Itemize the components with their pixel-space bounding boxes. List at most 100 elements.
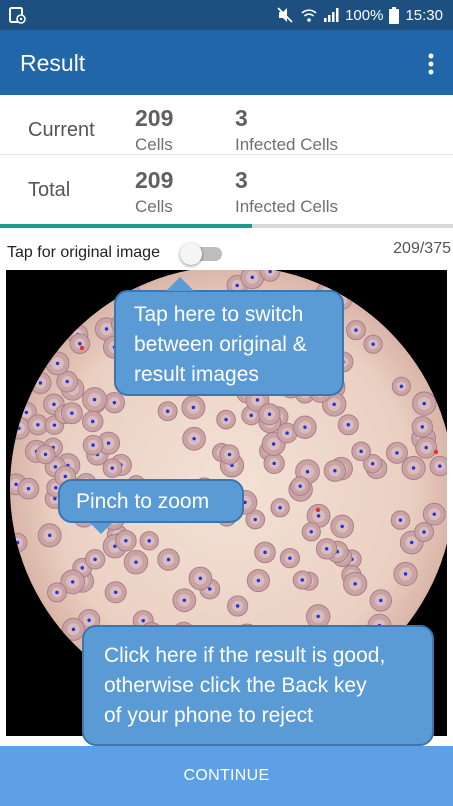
cell-marker [208,587,212,591]
callout-line: Tap here to switch [134,303,304,326]
cells-count: 209 [135,167,174,193]
status-bar: 100% 15:30 [0,0,453,30]
cell-marker [422,401,426,406]
cell-marker [333,469,337,473]
cell-marker [124,538,128,543]
cell-marker [255,398,260,402]
callout-line: Click here if the result is good, [104,644,386,667]
cell-marker [354,328,358,332]
battery-icon [389,6,400,24]
infected-marker [315,507,321,513]
cell-marker [272,461,276,466]
cell-marker [71,627,76,632]
callout-line: result images [134,363,259,386]
cell-marker [420,425,424,429]
cell-marker [55,590,59,595]
progress-bar [0,224,453,228]
cell-marker [250,275,254,280]
cell-marker [53,496,57,501]
wifi-icon [301,7,317,23]
cell-marker [87,618,91,622]
stats-row-total: Total 209 Cells 3 Infected Cells [0,157,453,217]
cell-marker [192,437,196,441]
cell-marker [346,423,351,427]
cell-marker [263,550,267,555]
image-toggle-row: Tap for original image 209/375 [0,236,453,270]
battery-percent: 100% [345,6,384,24]
more-vert-icon[interactable] [427,52,435,76]
continue-button[interactable]: CONTINUE [0,746,453,806]
stats-row-current: Current 209 Cells 3 Infected Cells [0,95,453,155]
cell-marker [332,402,336,407]
signal-icon [323,7,339,23]
cell-marker [300,578,304,582]
cell-marker [112,400,117,405]
callout-line: of your phone to reject [104,704,313,727]
callout-line: Pinch to zoom [76,490,210,513]
cell-marker [235,604,240,608]
infected-marker [433,449,439,455]
cell-marker [43,452,48,457]
cell-marker [15,540,20,545]
stats-table: Current 209 Cells 3 Infected Cells Total… [0,95,453,225]
toggle-label: Tap for original image [7,244,160,261]
cell-marker [399,384,404,389]
cell-marker [285,431,289,435]
cell-marker [71,580,75,584]
cell-marker [165,409,170,413]
infected-count: 3 [235,167,248,193]
cell-marker [253,517,257,522]
cell-marker [379,598,383,603]
continue-hint-callout: Click here if the result is good, otherw… [82,625,434,757]
infected-unit: Infected Cells [235,135,338,154]
cell-marker [78,341,82,346]
cell-marker [309,530,313,534]
cells-count: 209 [135,105,174,131]
cell-marker [224,417,228,422]
cell-marker [438,464,442,468]
cell-marker [24,410,29,415]
page-title: Result [20,50,86,76]
cell-marker [267,412,272,416]
cell-marker [371,342,375,346]
cell-marker [147,539,151,543]
cell-marker [55,361,60,366]
cell-marker [17,426,21,431]
app-bar: Result [0,30,453,95]
cells-unit: Cells [135,197,173,216]
cell-marker [91,419,95,424]
cell-marker [104,327,109,331]
cell-marker [298,484,302,488]
cell-marker [370,462,375,466]
cell-marker [106,441,111,445]
cell-marker [410,540,414,545]
cell-marker [191,405,196,410]
cell-marker [166,557,171,562]
cell-marker [53,465,58,469]
cell-marker [316,614,320,619]
row-label: Current [28,119,95,141]
cell-marker [324,547,329,551]
cell-marker [316,514,321,518]
cell-marker [288,556,292,560]
row-label: Total [28,179,71,201]
cell-marker [70,411,74,415]
cell-marker [303,425,307,429]
clock: 15:30 [405,6,443,24]
switch-thumb [180,243,202,265]
infected-marker [79,345,85,351]
cell-marker [113,590,118,594]
cell-marker [110,466,114,470]
switch-hint-callout: Tap here to switch between original & re… [114,277,344,396]
cell-marker [65,379,69,384]
cell-marker [63,474,67,479]
cell-marker [92,397,97,402]
original-image-switch[interactable] [180,240,224,266]
cell-marker [54,485,58,490]
progress-fill [0,224,253,228]
cell-marker [198,576,203,581]
cell-marker [403,572,408,576]
cell-marker [26,486,31,491]
cell-marker [141,618,145,623]
infected-unit: Infected Cells [235,197,338,216]
